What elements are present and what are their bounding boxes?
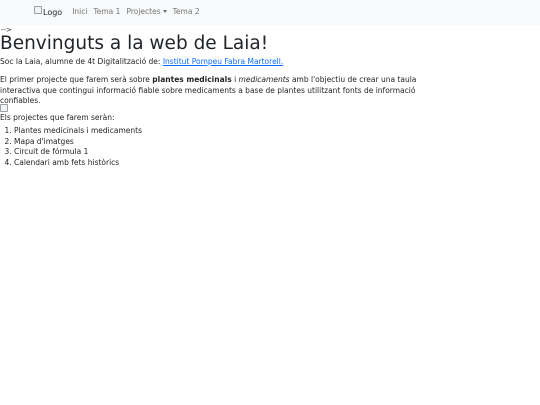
nav-link-inici[interactable]: Inici [72, 7, 87, 18]
navbar: Logo Inici Tema 1 Projectes Tema 2 [0, 0, 540, 25]
list-item: Circuit de fórmula 1 [14, 147, 142, 158]
project-bold-text: plantes medicinals [152, 75, 232, 84]
nav-link-tema-2[interactable]: Tema 2 [173, 7, 200, 18]
logo-alt-text: Logo [43, 7, 63, 17]
list-item: Mapa d'imatges [14, 137, 142, 148]
projects-heading: Els projectes que farem seràn: [0, 113, 115, 122]
nav-dropdown-projectes[interactable]: Projectes [126, 7, 167, 18]
project-em-text: medicaments [238, 75, 290, 84]
page-title: Benvinguts a la web de Laia! [0, 33, 269, 54]
project-text-1: El primer projecte que farem serà sobre [0, 75, 153, 84]
intro-paragraph: Soc la Laia, alumne de 4t Digitalització… [0, 57, 536, 68]
projects-list: Plantes medicinals i medicaments Mapa d'… [0, 126, 142, 168]
broken-image-icon [34, 5, 42, 14]
list-item: Calendari amb fets històrics [14, 158, 142, 169]
logo[interactable]: Logo [34, 5, 63, 18]
project-paragraph: El primer projecte que farem serà sobre … [0, 75, 420, 107]
project-text-2: i [231, 75, 239, 84]
broken-image-icon [0, 104, 8, 112]
caret-down-icon [162, 10, 167, 14]
nav-link-tema-1[interactable]: Tema 1 [93, 7, 120, 18]
nav-dropdown-label: Projectes [126, 7, 161, 17]
list-item: Plantes medicinals i medicaments [14, 126, 142, 137]
navbar-content: Logo Inici Tema 1 Projectes Tema 2 [34, 0, 206, 25]
school-link[interactable]: Institut Pompeu Fabra Martorell. [163, 57, 283, 66]
intro-text: Soc la Laia, alumne de 4t Digitalització… [0, 57, 163, 66]
